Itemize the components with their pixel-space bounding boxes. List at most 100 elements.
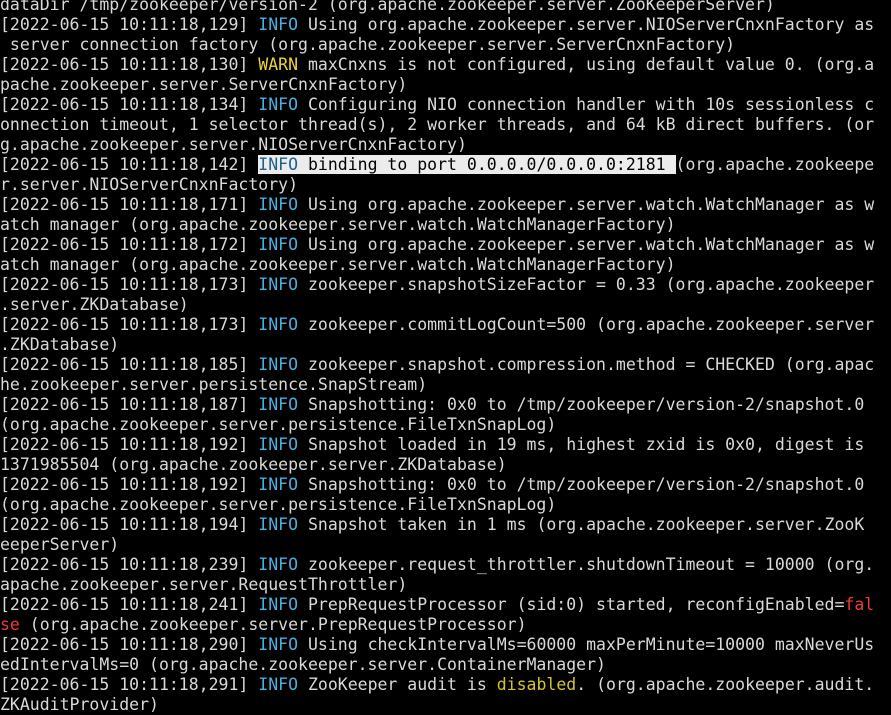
log-line: [2022-06-15 10:11:18,129] INFO Using org… <box>0 15 891 35</box>
log-line: he.zookeeper.server.persistence.SnapStre… <box>0 375 891 395</box>
log-text: [2022-06-15 10:11:18,173] <box>0 275 259 294</box>
log-text: [2022-06-15 10:11:18,130] <box>0 55 259 74</box>
log-text: eeperServer) <box>0 535 120 554</box>
log-text: [2022-06-15 10:11:18,239] <box>0 555 259 574</box>
log-text: [2022-06-15 10:11:18,172] <box>0 235 259 254</box>
log-text: [2022-06-15 10:11:18,192] <box>0 435 259 454</box>
log-text: maxCnxns is not configured, using defaul… <box>298 55 875 74</box>
log-level-info: INFO <box>258 195 299 214</box>
log-text: r.server.NIOServerCnxnFactory) <box>0 175 299 194</box>
log-text: ZooKeeper audit is <box>298 675 497 694</box>
log-text: [2022-06-15 10:11:18,134] <box>0 95 259 114</box>
log-text: [2022-06-15 10:11:18,192] <box>0 475 259 494</box>
log-level-warn: WARN <box>258 55 299 74</box>
log-text: atch manager (org.apache.zookeeper.serve… <box>0 215 676 234</box>
log-line: atch manager (org.apache.zookeeper.serve… <box>0 215 891 235</box>
log-line: 1371985504 (org.apache.zookeeper.server.… <box>0 455 891 475</box>
log-line: eeperServer) <box>0 535 891 555</box>
log-level-info: INFO <box>258 15 299 34</box>
log-text: Snapshotting: 0x0 to /tmp/zookeeper/vers… <box>298 475 865 494</box>
log-text: ZKAuditProvider) <box>0 695 159 714</box>
log-level-info: INFO <box>258 235 299 254</box>
log-line: [2022-06-15 10:11:18,290] INFO Using che… <box>0 635 891 655</box>
log-text: (org.apache.zookeeper.server.persistence… <box>0 495 557 514</box>
log-level-info: INFO <box>258 475 299 494</box>
log-text: [2022-06-15 10:11:18,185] <box>0 355 259 374</box>
log-line: [2022-06-15 10:11:18,291] INFO ZooKeeper… <box>0 675 891 695</box>
log-line: (org.apache.zookeeper.server.persistence… <box>0 495 891 515</box>
log-text: edIntervalMs=0 (org.apache.zookeeper.ser… <box>0 655 606 674</box>
log-level-info: INFO <box>258 275 299 294</box>
keyword-false: se <box>0 615 20 634</box>
log-text: .server.ZKDatabase) <box>0 295 189 314</box>
keyword-false: fal <box>844 595 875 614</box>
log-text: [2022-06-15 10:11:18,129] <box>0 15 259 34</box>
log-level-info: INFO <box>258 595 299 614</box>
log-line: g.apache.zookeeper.server.NIOServerCnxnF… <box>0 135 891 155</box>
log-level-info: INFO <box>258 435 299 454</box>
log-line: [2022-06-15 10:11:18,185] INFO zookeeper… <box>0 355 891 375</box>
log-text: [2022-06-15 10:11:18,241] <box>0 595 259 614</box>
log-line: [2022-06-15 10:11:18,239] INFO zookeeper… <box>0 555 891 575</box>
log-text: Using org.apache.zookeeper.server.NIOSer… <box>298 15 875 34</box>
log-text: he.zookeeper.server.persistence.SnapStre… <box>0 375 428 394</box>
log-text: pache.zookeeper.server.ServerCnxnFactory… <box>0 75 408 94</box>
log-text: Using checkIntervalMs=60000 maxPerMinute… <box>298 635 875 654</box>
log-line: .server.ZKDatabase) <box>0 295 891 315</box>
log-line: dataDir /tmp/zookeeper/version-2 (org.ap… <box>0 0 891 15</box>
log-text: (org.apache.zookeeper.server.PrepRequest… <box>19 615 527 634</box>
log-line: [2022-06-15 10:11:18,194] INFO Snapshot … <box>0 515 891 535</box>
log-line: pache.zookeeper.server.ServerCnxnFactory… <box>0 75 891 95</box>
log-text: apache.zookeeper.server.RequestThrottler… <box>0 575 408 594</box>
log-line: [2022-06-15 10:11:18,172] INFO Using org… <box>0 235 891 255</box>
log-text: Using org.apache.zookeeper.server.watch.… <box>298 195 875 214</box>
log-text: 1371985504 (org.apache.zookeeper.server.… <box>0 455 507 474</box>
log-text: atch manager (org.apache.zookeeper.serve… <box>0 255 676 274</box>
log-text: onnection timeout, 1 selector thread(s),… <box>0 115 875 134</box>
log-text: . (org.apache.zookeeper.audit. <box>576 675 875 694</box>
log-level-info: INFO <box>258 95 299 114</box>
log-line: [2022-06-15 10:11:18,142] INFO binding t… <box>0 155 891 175</box>
log-text: PrepRequestProcessor (sid:0) started, re… <box>298 595 845 614</box>
log-line: [2022-06-15 10:11:18,192] INFO Snapshot … <box>0 435 891 455</box>
log-level-info: INFO <box>258 315 299 334</box>
log-text: (org.apache.zookeeper.server.persistence… <box>0 415 557 434</box>
log-text: .ZKDatabase) <box>0 335 120 354</box>
log-line: .ZKDatabase) <box>0 335 891 355</box>
log-line: apache.zookeeper.server.RequestThrottler… <box>0 575 891 595</box>
log-level-info: INFO <box>258 515 299 534</box>
log-text: zookeeper.commitLogCount=500 (org.apache… <box>298 315 875 334</box>
log-level-info: INFO <box>258 635 299 654</box>
log-line: [2022-06-15 10:11:18,192] INFO Snapshott… <box>0 475 891 495</box>
log-text: Configuring NIO connection handler with … <box>298 95 875 114</box>
log-line: edIntervalMs=0 (org.apache.zookeeper.ser… <box>0 655 891 675</box>
log-text: zookeeper.snapshotSizeFactor = 0.33 (org… <box>298 275 875 294</box>
log-line: [2022-06-15 10:11:18,241] INFO PrepReque… <box>0 595 891 615</box>
log-line: [2022-06-15 10:11:18,134] INFO Configuri… <box>0 95 891 115</box>
log-line: (org.apache.zookeeper.server.persistence… <box>0 415 891 435</box>
log-text: dataDir /tmp/zookeeper/version-2 (org.ap… <box>0 0 775 14</box>
log-level-info: INFO <box>258 555 299 574</box>
log-line: atch manager (org.apache.zookeeper.serve… <box>0 255 891 275</box>
log-line: se (org.apache.zookeeper.server.PrepRequ… <box>0 615 891 635</box>
log-text: zookeeper.snapshot.compression.method = … <box>298 355 875 374</box>
log-text: [2022-06-15 10:11:18,171] <box>0 195 259 214</box>
terminal-output[interactable]: dataDir /tmp/zookeeper/version-2 (org.ap… <box>0 0 891 715</box>
log-text: Snapshot loaded in 19 ms, highest zxid i… <box>298 435 865 454</box>
log-line: server connection factory (org.apache.zo… <box>0 35 891 55</box>
log-line: onnection timeout, 1 selector thread(s),… <box>0 115 891 135</box>
log-text: server connection factory (org.apache.zo… <box>0 35 736 54</box>
log-line: ZKAuditProvider) <box>0 695 891 715</box>
log-line: r.server.NIOServerCnxnFactory) <box>0 175 891 195</box>
log-line: [2022-06-15 10:11:18,173] INFO zookeeper… <box>0 275 891 295</box>
log-level-info: INFO <box>258 355 299 374</box>
log-text: zookeeper.request_throttler.shutdownTime… <box>298 555 875 574</box>
log-text: [2022-06-15 10:11:18,194] <box>0 515 259 534</box>
log-text: Snapshot taken in 1 ms (org.apache.zooke… <box>298 515 865 534</box>
log-text: g.apache.zookeeper.server.NIOServerCnxnF… <box>0 135 467 154</box>
log-line: [2022-06-15 10:11:18,130] WARN maxCnxns … <box>0 55 891 75</box>
keyword-disabled: disabled <box>496 675 577 694</box>
log-text: Using org.apache.zookeeper.server.watch.… <box>298 235 875 254</box>
log-text: [2022-06-15 10:11:18,173] <box>0 315 259 334</box>
log-line: [2022-06-15 10:11:18,173] INFO zookeeper… <box>0 315 891 335</box>
